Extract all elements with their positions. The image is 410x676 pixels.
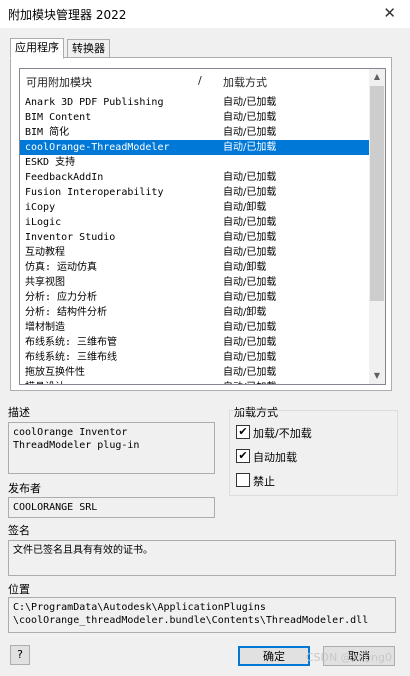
list-item-name: coolOrange-ThreadModeler — [25, 142, 170, 153]
list-item-name: FeedbackAddIn — [25, 172, 104, 183]
list-item-load: 自动/卸载 — [223, 262, 267, 273]
checkbox-load-unload-box[interactable]: ✔ — [236, 425, 250, 439]
list-item-load: 自动/已加载 — [223, 337, 277, 348]
list-item[interactable]: ESKD 支持 — [20, 155, 369, 170]
list-rows: Anark 3D PDF Publishing 自动/已加载 BIM Content… — [20, 95, 369, 384]
list-item-name: 分析: 应力分析 — [25, 292, 98, 303]
checkbox-auto-load-label: 自动加载 — [253, 451, 297, 464]
list-item[interactable]: coolOrange-ThreadModeler 自动/已加载 — [20, 140, 369, 155]
list-scrollbar[interactable]: ▲ ▼ — [369, 69, 385, 384]
signature-label: 签名 — [8, 524, 30, 537]
checkbox-block-box[interactable] — [236, 473, 250, 487]
list-item[interactable]: BIM Content 自动/已加载 — [20, 110, 369, 125]
close-icon[interactable]: ✕ — [383, 4, 396, 22]
list-item-load: 自动/已加载 — [223, 127, 277, 138]
list-item-load: 自动/卸载 — [223, 202, 267, 213]
addin-list[interactable]: 可用附加模块 / 加载方式 Anark 3D PDF Publishing 自动/… — [19, 68, 386, 385]
list-item-name: 布线系统: 三维布线 — [25, 352, 118, 363]
description-field[interactable]: coolOrange Inventor ThreadModeler plug-i… — [8, 422, 215, 474]
list-item-load: 自动/已加载 — [223, 142, 277, 153]
list-item-name: 布线系统: 三维布管 — [25, 337, 118, 348]
signature-field[interactable]: 文件已签名且具有有效的证书。 — [8, 540, 396, 576]
title-bar: 附加模块管理器 2022 ✕ — [0, 0, 410, 28]
list-item-name: BIM 简化 — [25, 127, 70, 138]
location-field[interactable]: C:\ProgramData\Autodesk\ApplicationPlugi… — [8, 597, 396, 633]
watermark: CSDN @xilong0 — [305, 651, 392, 664]
list-item-name: 增材制造 — [25, 322, 65, 333]
list-item-name: Fusion Interoperability — [25, 187, 164, 198]
list-header: 可用附加模块 / 加载方式 — [20, 69, 369, 91]
scroll-down-icon[interactable]: ▼ — [369, 368, 385, 384]
list-item-name: BIM Content — [25, 112, 92, 123]
list-item-load: 自动/已加载 — [223, 232, 277, 243]
list-item[interactable]: 布线系统: 三维布线 自动/已加载 — [20, 350, 369, 365]
list-item[interactable]: 互动教程 自动/已加载 — [20, 245, 369, 260]
checkbox-load-unload-label: 加载/不加载 — [253, 427, 312, 440]
list-item-name: 互动教程 — [25, 247, 65, 258]
scroll-thumb[interactable] — [370, 86, 384, 301]
description-label: 描述 — [8, 406, 30, 419]
list-item-load: 自动/已加载 — [223, 367, 277, 378]
list-item-load: 自动/已加载 — [223, 292, 277, 303]
list-item-load: 自动/卸载 — [223, 307, 267, 318]
list-item[interactable]: 分析: 应力分析 自动/已加载 — [20, 290, 369, 305]
list-item-name: 仿真: 运动仿真 — [25, 262, 98, 273]
list-item-name: iLogic — [25, 217, 62, 228]
list-item[interactable]: 分析: 结构件分析 自动/卸载 — [20, 305, 369, 320]
list-item[interactable]: 增材制造 自动/已加载 — [20, 320, 369, 335]
list-item[interactable]: 拖放互换件性 自动/已加载 — [20, 365, 369, 380]
list-item-name: 拖放互换件性 — [25, 367, 85, 378]
list-item-name: Anark 3D PDF Publishing — [25, 97, 164, 108]
list-item[interactable]: 共享视图 自动/已加载 — [20, 275, 369, 290]
checkbox-block-label: 禁止 — [253, 475, 275, 488]
scroll-up-icon[interactable]: ▲ — [369, 69, 385, 85]
location-label: 位置 — [8, 583, 30, 596]
list-item-load: 自动/已加载 — [223, 217, 277, 228]
list-item[interactable]: Anark 3D PDF Publishing 自动/已加载 — [20, 95, 369, 110]
publisher-label: 发布者 — [8, 482, 41, 495]
list-item-load: 自动/已加载 — [223, 172, 277, 183]
list-item-name: ESKD 支持 — [25, 157, 76, 168]
list-item[interactable]: Fusion Interoperability 自动/已加载 — [20, 185, 369, 200]
column-header-name[interactable]: 可用附加模块 — [26, 74, 92, 90]
tab-translators[interactable]: 转换器 — [67, 39, 110, 59]
list-item-name: iCopy — [25, 202, 56, 213]
list-item[interactable]: FeedbackAddIn 自动/已加载 — [20, 170, 369, 185]
help-button[interactable]: ? — [10, 645, 30, 665]
list-item-name: 共享视图 — [25, 277, 65, 288]
list-item[interactable]: Inventor Studio 自动/已加载 — [20, 230, 369, 245]
list-item-load: 自动/已加载 — [223, 97, 277, 108]
list-item-name: 模具设计 — [25, 380, 65, 384]
list-item-load: 自动/已加载 — [223, 112, 277, 123]
list-item-load: 自动/已加载 — [223, 352, 277, 363]
list-item[interactable]: 模具设计 自动/已加载 — [20, 380, 369, 384]
list-item[interactable]: iCopy 自动/卸载 — [20, 200, 369, 215]
list-item-name: 分析: 结构件分析 — [25, 307, 108, 318]
window-title: 附加模块管理器 2022 — [8, 8, 127, 22]
list-item-load: 自动/已加载 — [223, 247, 277, 258]
list-item[interactable]: iLogic 自动/已加载 — [20, 215, 369, 230]
list-item-load: 自动/已加载 — [223, 187, 277, 198]
list-item-load: 自动/已加载 — [223, 277, 277, 288]
list-item-load: 自动/已加载 — [223, 322, 277, 333]
publisher-field[interactable]: COOLORANGE SRL — [8, 497, 215, 518]
list-item-name: Inventor Studio — [25, 232, 116, 243]
list-item[interactable]: 仿真: 运动仿真 自动/卸载 — [20, 260, 369, 275]
list-item-load: 自动/已加载 — [223, 380, 276, 384]
list-item[interactable]: 布线系统: 三维布管 自动/已加载 — [20, 335, 369, 350]
checkbox-auto-load-box[interactable]: ✔ — [236, 449, 250, 463]
column-header-load[interactable]: 加载方式 — [223, 74, 267, 90]
list-item[interactable]: BIM 简化 自动/已加载 — [20, 125, 369, 140]
sort-glyph: / — [198, 74, 202, 87]
tab-applications[interactable]: 应用程序 — [10, 38, 64, 59]
ok-button[interactable]: 确定 — [238, 646, 310, 666]
